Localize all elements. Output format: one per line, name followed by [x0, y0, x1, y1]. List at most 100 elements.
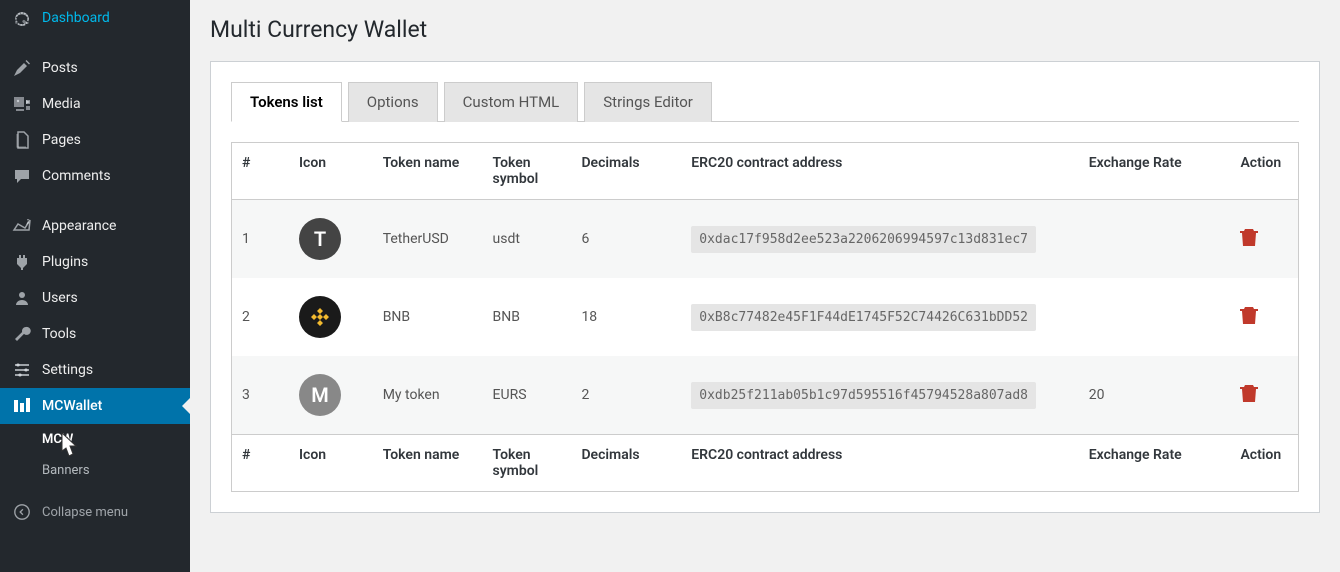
- cell-name: TetherUSD: [373, 200, 483, 279]
- submenu-item-mcw[interactable]: MCW: [0, 424, 190, 455]
- sidebar-item-dashboard[interactable]: Dashboard: [0, 0, 190, 36]
- sidebar-label: Dashboard: [42, 10, 110, 26]
- cell-address: 0xdac17f958d2ee523a2206206994597c13d831e…: [681, 200, 1079, 279]
- collapse-menu[interactable]: Collapse menu: [0, 492, 190, 532]
- cell-decimals: 2: [571, 356, 681, 435]
- token-icon: T: [299, 218, 341, 260]
- main-panel: Tokens list Options Custom HTML Strings …: [210, 61, 1320, 513]
- tab-tokens-list[interactable]: Tokens list: [231, 82, 342, 122]
- tools-icon: [12, 324, 32, 344]
- sidebar-label: Appearance: [42, 218, 116, 234]
- header-num: #: [232, 143, 290, 200]
- sidebar-label: Comments: [42, 168, 111, 184]
- sidebar-item-appearance[interactable]: Appearance: [0, 208, 190, 244]
- footer-rate: Exchange Rate: [1079, 435, 1231, 492]
- sidebar-item-settings[interactable]: Settings: [0, 352, 190, 388]
- admin-sidebar: Dashboard Posts Media Pages Comments App…: [0, 0, 190, 572]
- cell-icon: M: [289, 356, 373, 435]
- cell-address: 0xB8c77482e45F1F44dE1745F52C74426C631bDD…: [681, 278, 1079, 356]
- delete-button[interactable]: [1240, 387, 1258, 408]
- table-footer-row: # Icon Token name Token symbol Decimals …: [232, 435, 1299, 492]
- comments-icon: [12, 166, 32, 186]
- sidebar-label: Users: [42, 290, 78, 306]
- cell-num: 2: [232, 278, 290, 356]
- cell-symbol: usdt: [483, 200, 572, 279]
- media-icon: [12, 94, 32, 114]
- cell-name: My token: [373, 356, 483, 435]
- sidebar-item-pages[interactable]: Pages: [0, 122, 190, 158]
- cell-num: 3: [232, 356, 290, 435]
- cell-name: BNB: [373, 278, 483, 356]
- cell-decimals: 6: [571, 200, 681, 279]
- settings-icon: [12, 360, 32, 380]
- footer-action: Action: [1230, 435, 1298, 492]
- plugins-icon: [12, 252, 32, 272]
- cell-symbol: BNB: [483, 278, 572, 356]
- header-rate: Exchange Rate: [1079, 143, 1231, 200]
- cell-action: [1230, 356, 1298, 435]
- footer-icon: Icon: [289, 435, 373, 492]
- collapse-icon: [12, 502, 32, 522]
- table-row: 2 BNB BNB 18 0xB8c77482e45F1F44dE1745F52…: [232, 278, 1299, 356]
- table-row: 1 T TetherUSD usdt 6 0xdac17f958d2ee523a…: [232, 200, 1299, 279]
- submenu-item-banners[interactable]: Banners: [0, 455, 190, 486]
- sidebar-label: Posts: [42, 60, 78, 76]
- cell-symbol: EURS: [483, 356, 572, 435]
- users-icon: [12, 288, 32, 308]
- sidebar-item-plugins[interactable]: Plugins: [0, 244, 190, 280]
- delete-button[interactable]: [1240, 309, 1258, 330]
- contract-address: 0xB8c77482e45F1F44dE1745F52C74426C631bDD…: [691, 304, 1036, 331]
- sidebar-label: Settings: [42, 362, 93, 378]
- cell-action: [1230, 200, 1298, 279]
- cell-num: 1: [232, 200, 290, 279]
- cell-icon: [289, 278, 373, 356]
- delete-button[interactable]: [1240, 231, 1258, 252]
- table-header-row: # Icon Token name Token symbol Decimals …: [232, 143, 1299, 200]
- pages-icon: [12, 130, 32, 150]
- footer-address: ERC20 contract address: [681, 435, 1079, 492]
- tab-options[interactable]: Options: [348, 82, 438, 122]
- sidebar-item-posts[interactable]: Posts: [0, 50, 190, 86]
- tab-strings-editor[interactable]: Strings Editor: [584, 82, 712, 122]
- sidebar-item-media[interactable]: Media: [0, 86, 190, 122]
- cell-rate: 20: [1079, 356, 1231, 435]
- tokens-table: # Icon Token name Token symbol Decimals …: [231, 142, 1299, 492]
- sidebar-label: Pages: [42, 132, 81, 148]
- header-icon: Icon: [289, 143, 373, 200]
- footer-symbol: Token symbol: [483, 435, 572, 492]
- cell-rate: [1079, 200, 1231, 279]
- sidebar-item-users[interactable]: Users: [0, 280, 190, 316]
- cell-icon: T: [289, 200, 373, 279]
- pin-icon: [12, 58, 32, 78]
- cell-decimals: 18: [571, 278, 681, 356]
- sidebar-label: MCWallet: [42, 398, 102, 414]
- sidebar-item-comments[interactable]: Comments: [0, 158, 190, 194]
- footer-decimals: Decimals: [571, 435, 681, 492]
- cell-address: 0xdb25f211ab05b1c97d595516f45794528a807a…: [681, 356, 1079, 435]
- sidebar-label: Media: [42, 96, 81, 112]
- contract-address: 0xdb25f211ab05b1c97d595516f45794528a807a…: [691, 382, 1036, 409]
- tab-custom-html[interactable]: Custom HTML: [444, 82, 579, 122]
- token-icon: [299, 296, 341, 338]
- contract-address: 0xdac17f958d2ee523a2206206994597c13d831e…: [691, 226, 1036, 253]
- collapse-label: Collapse menu: [42, 505, 128, 520]
- appearance-icon: [12, 216, 32, 236]
- footer-num: #: [232, 435, 290, 492]
- cell-action: [1230, 278, 1298, 356]
- page-title: Multi Currency Wallet: [210, 16, 1320, 43]
- cell-rate: [1079, 278, 1231, 356]
- sidebar-item-mcwallet[interactable]: MCWallet: [0, 388, 190, 424]
- sidebar-label: Plugins: [42, 254, 88, 270]
- token-icon: M: [299, 374, 341, 416]
- header-name: Token name: [373, 143, 483, 200]
- header-address: ERC20 contract address: [681, 143, 1079, 200]
- header-action: Action: [1230, 143, 1298, 200]
- sidebar-item-tools[interactable]: Tools: [0, 316, 190, 352]
- footer-name: Token name: [373, 435, 483, 492]
- mcwallet-icon: [12, 396, 32, 416]
- main-content: Multi Currency Wallet Tokens list Option…: [190, 0, 1340, 572]
- table-row: 3 M My token EURS 2 0xdb25f211ab05b1c97d…: [232, 356, 1299, 435]
- header-symbol: Token symbol: [483, 143, 572, 200]
- dashboard-icon: [12, 8, 32, 28]
- header-decimals: Decimals: [571, 143, 681, 200]
